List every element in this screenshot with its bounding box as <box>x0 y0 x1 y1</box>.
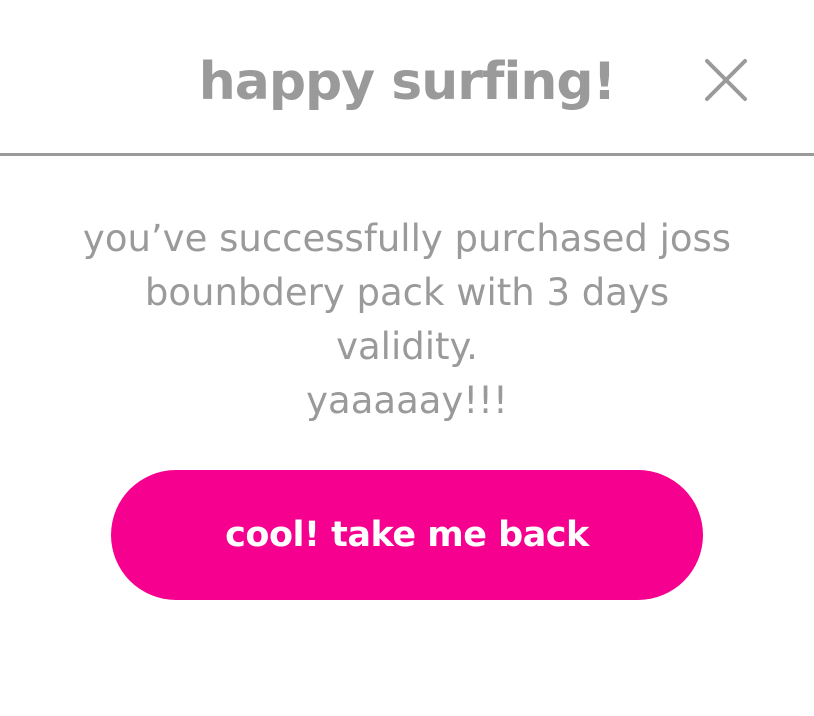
message-line-3: yaaaaay!!! <box>306 379 508 422</box>
header-divider <box>0 153 814 156</box>
success-message: you’ve successfully purchased joss bounb… <box>70 212 744 428</box>
dialog-title: happy surfing! <box>198 52 617 112</box>
close-button[interactable] <box>700 54 752 106</box>
dialog-header: happy surfing! <box>0 0 814 155</box>
take-me-back-button[interactable]: cool! take me back <box>111 470 703 600</box>
purchase-success-dialog: happy surfing! you’ve successfully purch… <box>0 0 814 716</box>
message-line-1: you’ve successfully purchased joss <box>82 217 732 260</box>
message-line-2: bounbdery pack with 3 days validity. <box>144 271 670 368</box>
close-icon <box>705 59 747 101</box>
